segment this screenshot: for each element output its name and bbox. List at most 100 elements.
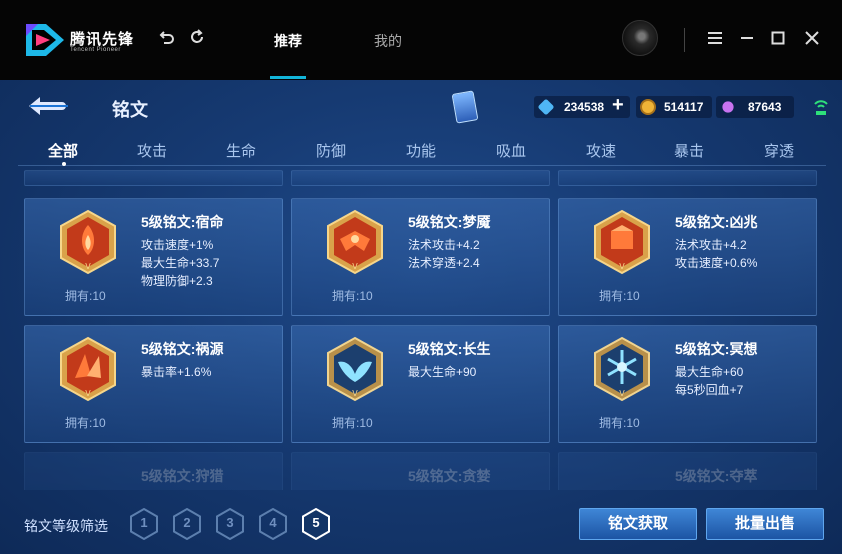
rune-card[interactable]: V 拥有:10 5级铭文:梦魇 法术攻击+4.2 法术穿透+2.4 <box>291 198 550 316</box>
page-title: 铭文 <box>112 100 148 120</box>
owned-count: 拥有:10 <box>332 416 373 430</box>
rune-name: 5级铭文:冥想 <box>675 341 758 357</box>
owned-count: 拥有:10 <box>65 289 106 303</box>
svg-text:V: V <box>85 389 91 398</box>
svg-text:V: V <box>352 389 358 398</box>
svg-text:V: V <box>619 262 625 271</box>
rune-name: 5级铭文:贪婪 <box>408 468 491 484</box>
diamond-value: 234538 <box>564 100 605 114</box>
rune-stat: 最大生命+33.7 <box>141 256 220 270</box>
coin-icon <box>640 99 656 115</box>
rune-card-icon[interactable] <box>451 90 479 124</box>
bulk-sell-button[interactable]: 批量出售 <box>706 508 824 540</box>
close-icon[interactable] <box>801 28 823 50</box>
rune-stat: 法术攻击+4.2 <box>408 238 480 252</box>
rune-emblem-icon: V <box>60 336 116 402</box>
rune-grid: V 拥有:10 5级铭文:宿命 攻击速度+1% 最大生命+33.7 物理防御+2… <box>0 170 842 490</box>
diamond-icon <box>537 98 555 116</box>
app-logo-subtitle: Tencent Pioneer <box>70 47 121 53</box>
rune-footer: 铭文等级筛选 1 2 3 4 5 铭文获取 批量出售 <box>0 490 842 554</box>
level-filter-label: 铭文等级筛选 <box>24 518 108 534</box>
tab-function[interactable]: 功能 <box>406 140 436 161</box>
app-title-bar: 腾讯先锋 Tencent Pioneer 推荐 我的 <box>0 0 842 80</box>
active-category-indicator <box>62 162 66 166</box>
level-filter-3[interactable]: 3 <box>216 507 244 541</box>
rune-card-partial: 5级铭文:夺萃 <box>558 452 817 490</box>
rune-screen: 铭文 234538 + 514117 87643 全部 攻击 生命 防御 功能 … <box>0 80 842 554</box>
rune-card-partial: 5级铭文:狩猎 <box>24 452 283 490</box>
maximize-icon[interactable] <box>767 28 789 50</box>
obtain-rune-button[interactable]: 铭文获取 <box>579 508 697 540</box>
svg-text:V: V <box>619 389 625 398</box>
owned-count: 拥有:10 <box>65 416 106 430</box>
rune-header: 铭文 234538 + 514117 87643 <box>0 80 842 134</box>
rune-stat: 攻击速度+0.6% <box>675 256 758 270</box>
active-tab-indicator <box>270 76 306 79</box>
rune-card-partial <box>291 170 550 186</box>
rune-stat: 攻击速度+1% <box>141 238 214 252</box>
tab-attack[interactable]: 攻击 <box>137 140 167 161</box>
level-filter-5-selected[interactable]: 5 <box>302 507 330 541</box>
tab-health[interactable]: 生命 <box>226 140 256 161</box>
rune-name: 5级铭文:长生 <box>408 341 491 357</box>
rune-stat: 法术穿透+2.4 <box>408 256 480 270</box>
rune-card-partial <box>24 170 283 186</box>
rune-card-partial: 5级铭文:贪婪 <box>291 452 550 490</box>
rune-card[interactable]: V 拥有:10 5级铭文:凶兆 法术攻击+4.2 攻击速度+0.6% <box>558 198 817 316</box>
add-currency-button[interactable]: + <box>612 94 624 117</box>
tab-lifesteal[interactable]: 吸血 <box>496 140 526 161</box>
rune-stat: 每5秒回血+7 <box>675 383 744 397</box>
tab-all[interactable]: 全部 <box>48 140 78 161</box>
rune-card[interactable]: V 拥有:10 5级铭文:宿命 攻击速度+1% 最大生命+33.7 物理防御+2… <box>24 198 283 316</box>
menu-icon[interactable] <box>704 28 726 50</box>
rune-emblem-icon: V <box>594 209 650 275</box>
level-filter-1[interactable]: 1 <box>130 507 158 541</box>
rune-card[interactable]: V 拥有:10 5级铭文:祸源 暴击率+1.6% <box>24 325 283 443</box>
rune-name: 5级铭文:狩猎 <box>141 468 224 484</box>
rune-card[interactable]: V 拥有:10 5级铭文:长生 最大生命+90 <box>291 325 550 443</box>
tab-attack-speed[interactable]: 攻速 <box>586 140 616 161</box>
rune-name: 5级铭文:宿命 <box>141 214 224 230</box>
rune-emblem-icon: V <box>594 336 650 402</box>
rune-category-tabs: 全部 攻击 生命 防御 功能 吸血 攻速 暴击 穿透 <box>18 134 826 166</box>
tencent-pioneer-logo-icon <box>26 24 64 56</box>
owned-count: 拥有:10 <box>599 416 640 430</box>
rune-name: 5级铭文:夺萃 <box>675 468 758 484</box>
rune-stat: 法术攻击+4.2 <box>675 238 747 252</box>
rune-stat: 最大生命+60 <box>675 365 744 379</box>
divider <box>684 28 685 52</box>
rune-card[interactable]: V 拥有:10 5级铭文:冥想 最大生命+60 每5秒回血+7 <box>558 325 817 443</box>
game-back-icon[interactable] <box>26 94 72 118</box>
currency-crystal: 87643 <box>716 96 794 118</box>
app-logo-name: 腾讯先锋 <box>70 31 135 48</box>
tab-penetration[interactable]: 穿透 <box>764 140 794 161</box>
rune-name: 5级铭文:凶兆 <box>675 214 758 230</box>
rune-stat: 暴击率+1.6% <box>141 365 212 379</box>
back-icon[interactable] <box>156 28 178 50</box>
tab-crit[interactable]: 暴击 <box>674 140 704 161</box>
tab-mine[interactable]: 我的 <box>374 31 402 51</box>
crystal-value: 87643 <box>748 100 782 114</box>
refresh-icon[interactable] <box>186 28 208 50</box>
avatar[interactable] <box>622 20 658 56</box>
rune-name: 5级铭文:祸源 <box>141 341 224 357</box>
rune-emblem-icon: V <box>327 209 383 275</box>
level-filter-2[interactable]: 2 <box>173 507 201 541</box>
tab-defense[interactable]: 防御 <box>316 140 346 161</box>
owned-count: 拥有:10 <box>599 289 640 303</box>
currency-coin: 514117 <box>636 96 712 118</box>
tab-recommend[interactable]: 推荐 <box>274 31 302 51</box>
rune-name: 5级铭文:梦魇 <box>408 214 491 230</box>
level-filter-4[interactable]: 4 <box>259 507 287 541</box>
rune-emblem-icon: V <box>60 209 116 275</box>
minimize-icon[interactable] <box>736 28 758 50</box>
rune-emblem-icon: V <box>327 336 383 402</box>
crystal-icon <box>720 99 736 115</box>
svg-text:V: V <box>85 262 91 271</box>
coin-value: 514117 <box>664 100 704 114</box>
rune-stat: 物理防御+2.3 <box>141 274 213 288</box>
signal-icon <box>814 100 828 115</box>
rune-card-partial <box>558 170 817 186</box>
svg-text:V: V <box>352 262 358 271</box>
owned-count: 拥有:10 <box>332 289 373 303</box>
